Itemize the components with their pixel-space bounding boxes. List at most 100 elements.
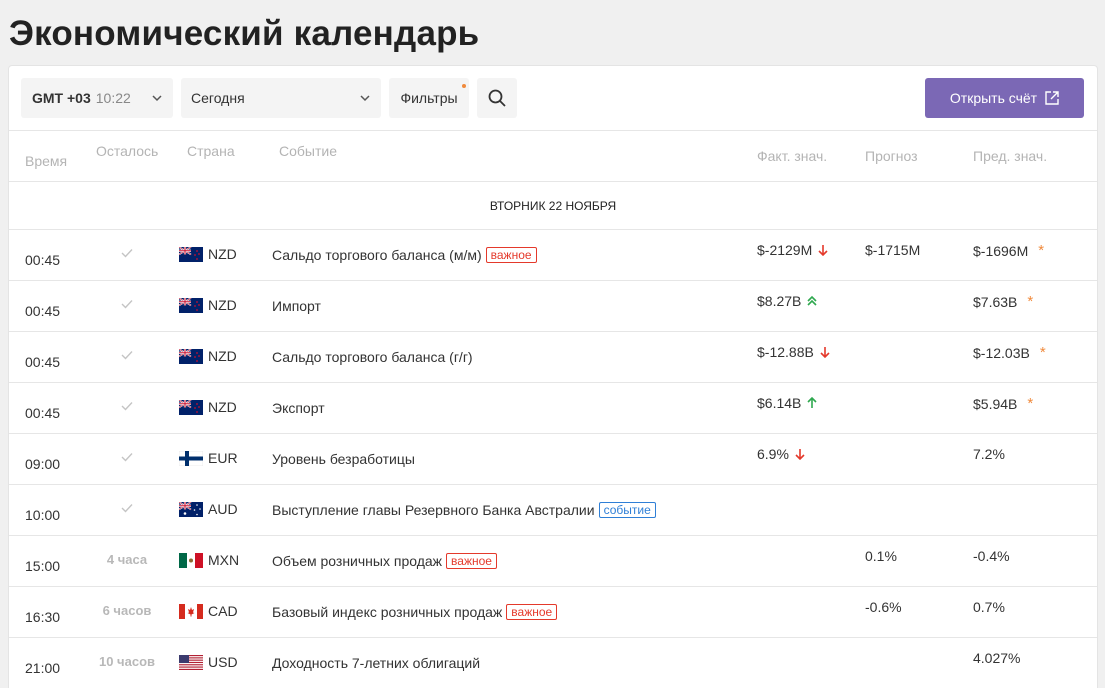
previous-value: $5.94B * [973,395,1033,412]
previous-value: $-12.03B * [973,344,1046,361]
currency-code: MXN [208,552,240,568]
check-icon [121,351,133,360]
table-row[interactable]: 00:45 NZD Экспорт $6.14B $5.94B * [9,383,1097,434]
toolbar: GMT +03 10:22 Сегодня Фильтры Открыть сч… [21,78,1084,118]
previous-value: -0.4% [973,548,1010,564]
flag-mx-icon [179,552,203,568]
event-name[interactable]: Сальдо торгового баланса (м/м) важное [272,247,537,263]
check-icon [121,453,133,462]
flag-ca-icon [179,603,203,619]
event-name[interactable]: Уровень безработицы [272,451,415,467]
actual-value-text: $-2129M [757,242,813,258]
flag-nz-icon [179,297,203,313]
table-row[interactable]: 09:00 EUR Уровень безработицы 6.9% 7.2% [9,434,1097,485]
currency-code: USD [208,654,238,670]
event-title: Выступление главы Резервного Банка Австр… [272,502,595,518]
previous-value-text: $7.63B [973,293,1018,310]
event-list: 00:45 NZD Сальдо торгового баланса (м/м) ва… [9,230,1097,688]
table-row[interactable]: 10:00 AUD Выступление главы Резервного Бан… [9,485,1097,536]
event-time: 00:45 [25,354,61,370]
chevron-down-icon [152,95,162,102]
header-event: Событие [279,143,337,159]
check-icon [121,249,133,258]
event-time-left [89,297,165,312]
filters-button[interactable]: Фильтры [389,78,469,118]
timezone-select[interactable]: GMT +03 10:22 [21,78,173,118]
previous-value-text: $5.94B [973,395,1018,412]
event-title: Объем розничных продаж [272,553,443,569]
event-country: CAD [179,603,238,619]
actual-value-text: $-12.88B [757,344,814,360]
actual-value: $6.14B [757,395,817,411]
previous-value-text: $-1696M [973,242,1029,259]
event-title: Доходность 7-летних облигаций [272,655,481,671]
currency-code: CAD [208,603,238,619]
search-button[interactable] [477,78,517,118]
table-row[interactable]: 16:30 6 часов CAD Базовый индекс розничных … [9,587,1097,638]
event-time-left: 4 часа [106,552,148,567]
currency-code: EUR [208,450,238,466]
currency-code: NZD [208,399,237,415]
table-row[interactable]: 15:00 4 часа MXN Объем розничных продаж важн… [9,536,1097,587]
open-account-label: Открыть счёт [949,90,1038,106]
timezone-time: 10:22 [95,90,131,106]
check-icon [121,402,133,411]
event-name[interactable]: Базовый индекс розничных продаж важное [272,604,558,620]
event-name[interactable]: Доходность 7-летних облигаций [272,655,480,671]
external-link-icon [1045,91,1059,105]
event-name[interactable]: Выступление главы Резервного Банка Австр… [272,502,656,518]
event-name[interactable]: Экспорт [272,400,325,416]
search-icon [488,89,506,107]
flag-nz-icon [179,399,203,415]
important-badge: важное [485,247,537,263]
page-title: Экономический календарь [9,14,480,53]
event-country: NZD [179,297,237,313]
header-forecast: Прогноз [865,148,918,164]
date-select[interactable]: Сегодня [181,78,381,118]
event-time-left: 10 часов [98,654,155,669]
header-time: Время [25,153,68,169]
event-name[interactable]: Импорт [272,298,321,314]
header-actual: Факт. знач. [757,148,828,164]
previous-value-text: -0.4% [973,548,1010,564]
event-time: 16:30 [25,609,61,625]
previous-value: 4.027% [973,650,1020,666]
event-time-left: 6 часов [102,603,152,618]
actual-value: 6.9% [757,446,805,462]
event-time-left [89,348,165,363]
previous-value-text: 7.2% [973,446,1005,462]
calendar-card: GMT +03 10:22 Сегодня Фильтры Открыть сч… [8,65,1098,688]
event-time: 09:00 [25,456,61,472]
arrow-up-icon [807,397,817,408]
actual-value: $-2129M [757,242,828,258]
filters-label: Фильтры [400,90,458,106]
previous-value: 7.2% [973,446,1005,462]
check-icon [121,300,133,309]
event-country: NZD [179,348,237,364]
event-title: Базовый индекс розничных продаж [272,604,503,620]
table-row[interactable]: 00:45 NZD Импорт $8.27B $7.63B * [9,281,1097,332]
table-row[interactable]: 21:00 10 часов USD Доходность 7-летних обли… [9,638,1097,688]
actual-value: $8.27B [757,293,817,309]
event-country: NZD [179,399,237,415]
event-title: Импорт [272,298,321,314]
open-account-button[interactable]: Открыть счёт [925,78,1084,118]
table-row[interactable]: 00:45 NZD Сальдо торгового баланса (м/м) ва… [9,230,1097,281]
event-title: Уровень безработицы [272,451,415,467]
table-row[interactable]: 00:45 NZD Сальдо торгового баланса (г/г) $-… [9,332,1097,383]
event-name[interactable]: Сальдо торгового баланса (г/г) [272,349,473,365]
event-badge: событие [598,502,656,518]
arrow-down-icon [818,245,828,256]
header-country: Страна [187,143,235,159]
currency-code: AUD [208,501,238,517]
previous-value: $-1696M * [973,242,1044,259]
previous-value: 0.7% [973,599,1005,615]
flag-au-icon [179,501,203,517]
important-badge: важное [506,604,558,620]
flag-us-icon [179,654,203,670]
event-time: 00:45 [25,405,61,421]
day-label: ВТОРНИК 22 НОЯБРЯ [489,198,617,213]
event-name[interactable]: Объем розничных продаж важное [272,553,497,569]
table-header: Время Осталось Страна Событие Факт. знач… [9,130,1097,182]
revised-star-icon: * [1038,242,1045,259]
